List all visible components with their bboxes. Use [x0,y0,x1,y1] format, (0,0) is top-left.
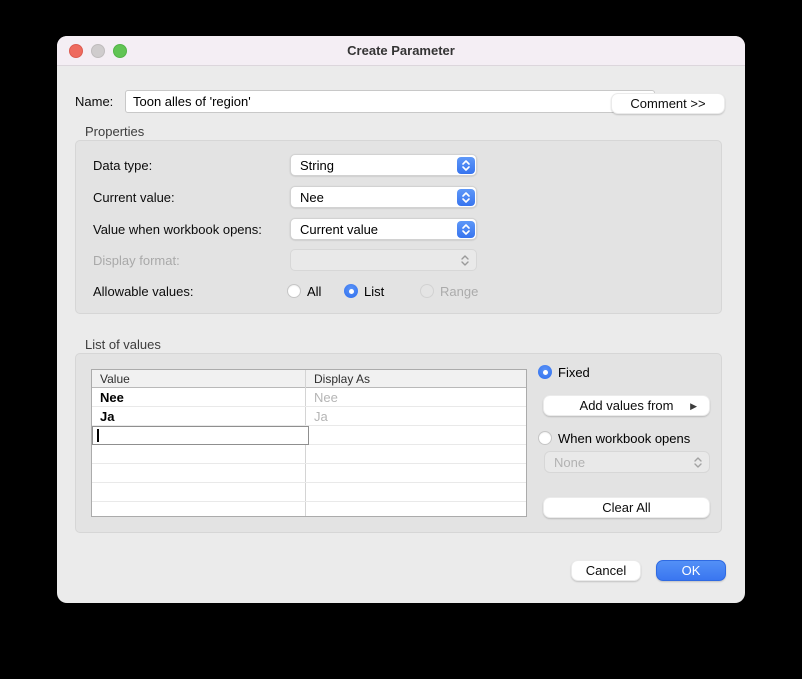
values-table[interactable]: Value Display As Nee Nee Ja Ja [91,369,527,517]
title-bar[interactable]: Create Parameter [57,36,745,66]
create-parameter-dialog: Create Parameter Name: Toon alles of 're… [57,36,745,603]
minimize-icon [91,44,105,58]
list-of-values-section-label: List of values [85,337,161,352]
fixed-radio[interactable] [538,365,552,379]
properties-section-label: Properties [85,124,144,139]
add-values-from-button[interactable]: Add values from ▶ [543,395,710,416]
allowable-values-radio-list-label: List [364,284,384,299]
clear-all-button[interactable]: Clear All [543,497,710,518]
table-row[interactable] [92,483,526,502]
data-type-dropdown[interactable]: String [290,154,477,176]
table-row[interactable]: Nee Nee [92,388,526,407]
chevron-up-down-icon [460,253,470,271]
allowable-values-radio-range-label: Range [440,284,478,299]
allowable-values-radio-all[interactable] [287,284,301,298]
submenu-arrow-icon: ▶ [690,401,697,412]
allowable-values-label: Allowable values: [93,284,193,299]
current-value-label: Current value: [93,190,175,205]
column-header-display-as[interactable]: Display As [314,372,370,386]
name-label: Name: [75,94,113,109]
chevron-up-down-icon [693,455,703,473]
values-table-header[interactable]: Value Display As [92,370,526,388]
fixed-radio-label: Fixed [558,365,590,380]
text-caret [97,429,99,442]
comment-button[interactable]: Comment >> [611,93,725,114]
table-row[interactable]: Ja Ja [92,407,526,426]
when-workbook-opens-radio[interactable] [538,431,552,445]
display-format-dropdown [290,249,477,271]
zoom-icon[interactable] [113,44,127,58]
table-row[interactable] [92,445,526,464]
data-type-label: Data type: [93,158,152,173]
dialog-title: Create Parameter [347,43,455,58]
display-format-label: Display format: [93,253,180,268]
value-edit-cell[interactable] [92,426,309,445]
desktop-background: Create Parameter Name: Toon alles of 're… [0,0,802,679]
cancel-button[interactable]: Cancel [571,560,641,581]
name-input[interactable]: Toon alles of 'region' [125,90,655,113]
table-row[interactable] [92,502,526,517]
chevron-up-down-icon [457,157,475,174]
chevron-up-down-icon [457,189,475,206]
column-header-value[interactable]: Value [100,372,130,386]
name-input-value: Toon alles of 'region' [133,94,251,109]
allowable-values-radio-list[interactable] [344,284,358,298]
allowable-values-radio-all-label: All [307,284,321,299]
allowable-values-radio-range [420,284,434,298]
workbook-source-dropdown: None [544,451,710,473]
when-workbook-opens-radio-label: When workbook opens [558,431,690,446]
current-value-dropdown[interactable]: Nee [290,186,477,208]
chevron-up-down-icon [457,221,475,238]
close-icon[interactable] [69,44,83,58]
value-when-workbook-opens-dropdown[interactable]: Current value [290,218,477,240]
table-row[interactable] [92,464,526,483]
ok-button[interactable]: OK [656,560,726,581]
value-when-workbook-opens-label: Value when workbook opens: [93,222,262,237]
